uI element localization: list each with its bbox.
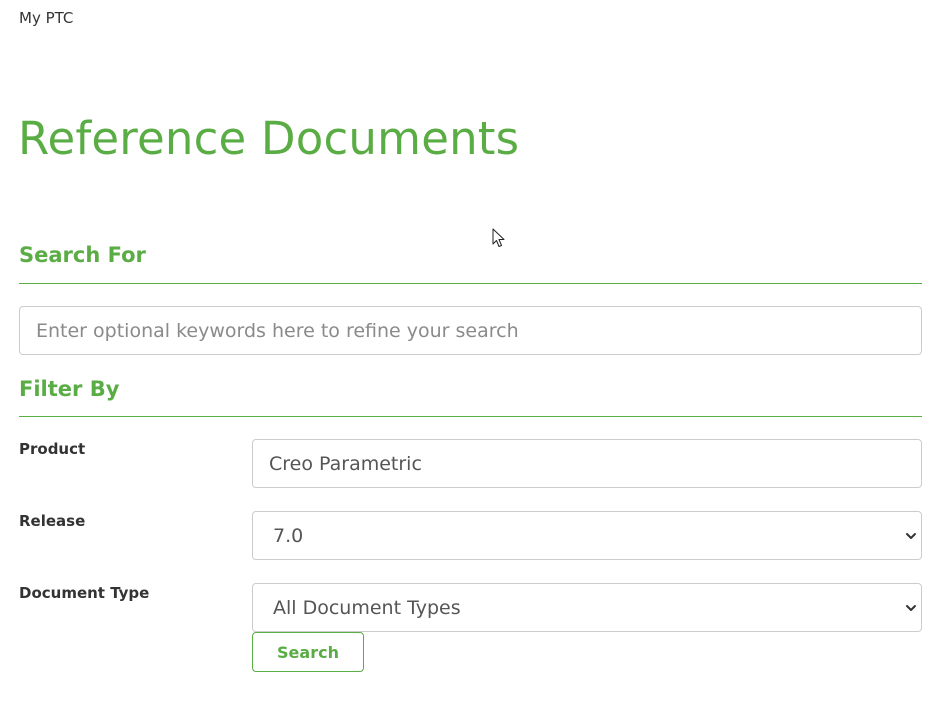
breadcrumb-my-ptc[interactable]: My PTC (19, 9, 73, 27)
release-label: Release (19, 512, 86, 530)
product-label: Product (19, 440, 86, 458)
document-type-selected-value: All Document Types (273, 596, 461, 619)
page-title: Reference Documents (18, 112, 520, 165)
filter-by-heading: Filter By (19, 377, 922, 417)
keyword-search-input[interactable] (19, 306, 922, 355)
release-selected-value: 7.0 (273, 524, 304, 547)
chevron-down-icon (906, 604, 916, 611)
document-type-select[interactable]: All Document Types (252, 583, 922, 632)
document-type-label: Document Type (19, 584, 150, 602)
release-select[interactable]: 7.0 (252, 511, 922, 560)
search-button[interactable]: Search (252, 632, 364, 672)
search-for-heading: Search For (19, 243, 922, 284)
chevron-down-icon (906, 532, 916, 539)
product-field[interactable] (252, 439, 922, 488)
